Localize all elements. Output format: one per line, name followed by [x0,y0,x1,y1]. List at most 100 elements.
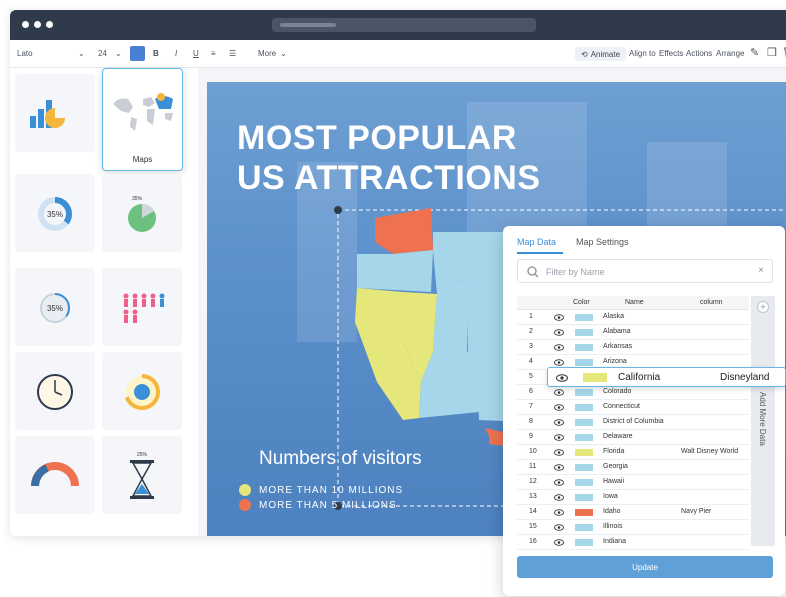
selected-row-california[interactable]: California Disneyland [547,367,786,387]
color-swatch[interactable] [575,524,593,531]
bold-button[interactable]: B [153,49,159,58]
row-name[interactable]: Arizona [603,358,627,365]
eye-icon[interactable] [554,479,564,486]
eye-icon[interactable] [554,539,564,546]
tab-map-settings[interactable]: Map Settings [576,237,629,247]
color-swatch[interactable] [575,479,593,486]
table-row[interactable]: 6 Colorado [517,385,749,400]
color-swatch[interactable] [575,434,593,441]
table-row[interactable]: 1 Alaska [517,310,749,325]
add-icon[interactable]: + [757,301,769,313]
row-name[interactable]: District of Columbia [603,418,664,425]
gauge-widget-tile[interactable] [15,436,95,514]
table-row[interactable]: 16 Indiana [517,535,749,550]
legend-title[interactable]: Numbers of visitors [259,448,422,470]
table-row[interactable]: 9 Delaware [517,430,749,445]
row-name[interactable]: Idaho [603,508,621,515]
eye-icon[interactable] [554,329,564,336]
chevron-down-icon[interactable]: ⌄ [280,49,287,58]
map-state-washington[interactable] [375,208,433,254]
color-swatch[interactable] [575,344,593,351]
text-color-swatch[interactable] [130,46,145,61]
table-row[interactable]: 14 Idaho Navy Pier [517,505,749,520]
eye-icon[interactable] [554,464,564,471]
brush-icon[interactable]: ✎ [750,46,759,59]
color-swatch[interactable] [575,494,593,501]
eye-icon[interactable] [554,494,564,501]
circle-widget-tile[interactable]: 35% [15,268,95,346]
color-swatch[interactable] [575,509,593,516]
row-name[interactable]: Indiana [603,538,626,545]
eye-icon[interactable] [554,389,564,396]
arrange-button[interactable]: Arrange [716,49,744,58]
chart-widget-tile[interactable] [15,74,95,152]
window-dot-icon[interactable] [22,21,29,28]
list-icon[interactable]: ☰ [229,49,236,58]
effects-button[interactable]: Effects [659,49,683,58]
eye-icon[interactable] [554,434,564,441]
more-dropdown[interactable]: More [258,49,276,58]
eye-icon[interactable] [554,404,564,411]
trash-icon[interactable]: 🗑 [782,46,786,59]
legend-item[interactable]: MORE THAN 5 MILLIONS [239,499,397,511]
color-swatch[interactable] [583,373,607,382]
row-name[interactable]: Colorado [603,388,631,395]
window-dot-icon[interactable] [34,21,41,28]
color-swatch[interactable] [575,419,593,426]
align-to-button[interactable]: Align to [629,49,656,58]
clock-widget-tile[interactable] [15,352,95,430]
underline-button[interactable]: U [193,49,199,58]
table-row[interactable]: 2 Alabama [517,325,749,340]
legend-item[interactable]: MORE THAN 10 MILLIONS [239,484,403,496]
color-swatch[interactable] [575,404,593,411]
table-row[interactable]: 7 Connecticut [517,400,749,415]
row-name[interactable]: Georgia [603,463,628,470]
eye-icon[interactable] [554,344,564,351]
tab-map-data[interactable]: Map Data [517,237,556,247]
pictograph-widget-tile[interactable] [102,268,182,346]
table-row[interactable]: 10 Florida Walt Disney World [517,445,749,460]
selected-row-name[interactable]: California [618,372,660,383]
row-name[interactable]: Florida [603,448,624,455]
chevron-down-icon[interactable]: ⌄ [78,49,85,58]
font-size-select[interactable]: 24 [98,49,107,58]
eye-icon[interactable] [554,314,564,321]
color-swatch[interactable] [575,449,593,456]
copy-icon[interactable]: ❐ [767,46,777,59]
donut-widget-tile[interactable]: 35% [15,174,95,252]
row-name[interactable]: Connecticut [603,403,640,410]
align-icon[interactable]: ≡ [211,49,216,58]
row-name[interactable]: Alaska [603,313,624,320]
pie-widget-tile[interactable]: 35% [102,174,182,252]
color-swatch[interactable] [575,329,593,336]
eye-icon[interactable] [554,359,564,366]
row-value[interactable]: Navy Pier [681,508,711,515]
map-state-idaho[interactable] [433,232,453,302]
table-row[interactable]: 15 Illinois [517,520,749,535]
clear-icon[interactable]: × [758,265,764,276]
add-more-data-column[interactable]: + Add More Data [751,296,775,546]
eye-icon[interactable] [554,509,564,516]
row-name[interactable]: Alabama [603,328,631,335]
row-name[interactable]: Iowa [603,493,618,500]
row-value[interactable]: Walt Disney World [681,448,738,455]
eye-icon[interactable] [554,419,564,426]
table-row[interactable]: 11 Georgia [517,460,749,475]
map-state-oregon[interactable] [357,250,433,292]
maps-widget-tile[interactable]: Maps [102,68,183,171]
animate-button[interactable]: ⟲ Animate [575,47,627,61]
map-state-utah[interactable] [433,294,467,352]
window-dot-icon[interactable] [46,21,53,28]
color-swatch[interactable] [575,389,593,396]
color-swatch[interactable] [575,359,593,366]
actions-button[interactable]: Actions [686,49,712,58]
eye-icon[interactable] [554,449,564,456]
update-button[interactable]: Update [517,556,773,578]
eye-icon[interactable] [554,524,564,531]
radial-widget-tile[interactable] [102,352,182,430]
table-row[interactable]: 3 Arkansas [517,340,749,355]
chevron-down-icon[interactable]: ⌄ [115,49,122,58]
eye-icon[interactable] [556,374,568,382]
filter-input[interactable]: Filter by Name × [517,259,773,283]
table-row[interactable]: 12 Hawaii [517,475,749,490]
